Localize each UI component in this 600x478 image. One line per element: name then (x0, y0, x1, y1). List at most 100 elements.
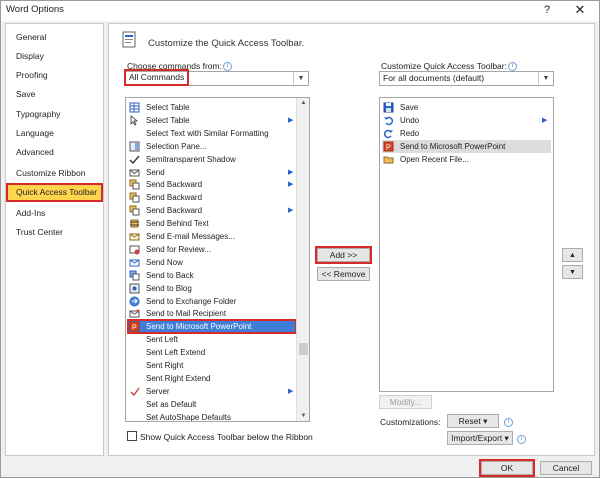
list-item[interactable]: Send Now (128, 256, 296, 269)
submenu-arrow-icon: ▶ (288, 168, 294, 176)
list-item[interactable]: Undo ▶ (382, 114, 551, 127)
help-button[interactable]: ? (540, 3, 554, 17)
chevron-down-icon[interactable]: ▼ (293, 72, 308, 85)
list-item-label: Send Behind Text (146, 219, 209, 229)
info-icon[interactable]: i (516, 434, 526, 445)
list-item[interactable]: Send ▶ (128, 166, 296, 179)
customizations-label: Customizations: (380, 417, 441, 427)
list-item[interactable]: P Send to Microsoft PowerPoint (127, 319, 297, 335)
list-item-label: Undo (400, 115, 420, 125)
list-item[interactable]: Save (382, 101, 551, 114)
move-up-button[interactable]: ▲ (562, 248, 583, 262)
sidebar-item-trust-center[interactable]: Trust Center (7, 224, 102, 241)
list-item[interactable]: Send to Exchange Folder (128, 295, 296, 308)
scrollbar-thumb[interactable] (299, 343, 308, 355)
list-item[interactable]: Sent Left (128, 333, 296, 346)
list-item[interactable]: Open Recent File... (382, 153, 551, 166)
sidebar-item-add-ins[interactable]: Add-Ins (7, 205, 102, 222)
title-bar (1, 1, 599, 21)
table-icon (129, 102, 140, 113)
list-item-label: Send to Blog (146, 283, 192, 293)
choose-commands-label: Choose commands from: i (127, 61, 232, 72)
list-item-label: Set as Default (146, 399, 197, 409)
toolbar-items-list[interactable]: Save Undo ▶ Redo P Send to Microsoft PowerPoi… (379, 97, 554, 392)
add-button[interactable]: Add >> (315, 246, 372, 264)
list-item[interactable]: Redo (382, 127, 551, 140)
commands-scrollbar[interactable]: ▲ ▼ (296, 98, 309, 421)
list-item[interactable]: Send E-mail Messages... (128, 230, 296, 243)
sidebar-item-typography[interactable]: Typography (7, 106, 102, 123)
submenu-arrow-icon: ▶ (288, 207, 294, 215)
list-item[interactable]: Select Table ▶ (128, 114, 296, 127)
sidebar-item-display[interactable]: Display (7, 48, 102, 65)
choose-commands-dropdown[interactable]: All Commands ▼ (123, 69, 309, 86)
remove-button[interactable]: << Remove (317, 267, 370, 281)
chevron-down-icon[interactable]: ▼ (538, 72, 553, 85)
info-icon[interactable]: i (507, 62, 517, 72)
list-item[interactable]: Set as Default (128, 398, 296, 411)
send-backward-icon (129, 179, 140, 190)
list-item[interactable]: Send Behind Text (128, 217, 296, 230)
svg-text:P: P (132, 325, 137, 332)
modify-button[interactable]: Modify... (379, 395, 432, 409)
cancel-button[interactable]: Cancel (540, 461, 592, 475)
list-item[interactable]: Send Backward (128, 191, 296, 204)
move-down-button[interactable]: ▼ (562, 265, 583, 279)
submenu-arrow-icon: ▶ (542, 116, 548, 124)
list-item-label: Sent Right (146, 361, 184, 370)
list-item[interactable]: Send Backward ▶ (128, 204, 296, 217)
list-item-label: Send to Microsoft PowerPoint (400, 141, 506, 151)
list-item[interactable]: P Send to Microsoft PowerPoint (382, 139, 551, 153)
list-item-label: Save (400, 103, 419, 112)
list-item-label: Send Backward (146, 206, 203, 216)
sidebar-item-save[interactable]: Save (7, 86, 102, 103)
show-below-ribbon-checkbox[interactable] (127, 431, 137, 441)
sidebar-item-customize-ribbon[interactable]: Customize Ribbon (7, 165, 102, 182)
list-item[interactable]: Select Table (128, 101, 296, 114)
list-item[interactable]: Selection Pane... (128, 140, 296, 153)
list-item[interactable]: Send to Blog (128, 282, 296, 295)
list-item[interactable]: Send to Mail Recipient (128, 307, 296, 320)
list-item[interactable]: Send for Review... (128, 243, 296, 256)
list-item-label: Select Table (146, 103, 190, 112)
list-item[interactable]: Send Backward ▶ (128, 178, 296, 191)
list-item[interactable]: Server ▶ (128, 385, 296, 398)
customize-toolbar-value: For all documents (default) (383, 73, 485, 83)
list-item[interactable]: Select Text with Similar Formatting (128, 127, 296, 140)
page-title: Customize the Quick Access Toolbar. (148, 38, 305, 49)
selection-pane-icon (129, 141, 140, 152)
list-item[interactable]: Sent Right (128, 359, 296, 372)
list-item[interactable]: Semitransparent Shadow (128, 153, 296, 166)
blog-icon (129, 283, 140, 294)
sidebar-item-language[interactable]: Language (7, 125, 102, 142)
scroll-down-icon[interactable]: ▼ (297, 411, 310, 421)
check-icon (129, 154, 140, 165)
list-item-label: Send (146, 167, 165, 177)
sidebar-item-proofing[interactable]: Proofing (7, 67, 102, 84)
list-item-label: Set AutoShape Defaults (146, 412, 231, 422)
ok-button[interactable]: OK (479, 459, 535, 477)
send-icon (129, 167, 140, 178)
list-item-label: Send Now (146, 257, 183, 267)
close-button[interactable]: ✕ (572, 2, 588, 18)
customize-toolbar-dropdown[interactable]: For all documents (default) ▼ (379, 71, 554, 86)
redo-icon (383, 128, 394, 139)
list-item[interactable]: Send to Back (128, 269, 296, 282)
info-icon[interactable]: i (503, 417, 513, 428)
scroll-up-icon[interactable]: ▲ (297, 98, 310, 108)
list-item[interactable]: Sent Left Extend (128, 346, 296, 359)
list-item[interactable]: Sent Right Extend (128, 372, 296, 385)
info-icon[interactable]: i (222, 62, 232, 72)
sidebar-item-quick-access-toolbar[interactable]: Quick Access Toolbar (6, 183, 103, 202)
import-export-button[interactable]: Import/Export ▾ (447, 431, 513, 445)
list-item[interactable]: Set AutoShape Defaults (128, 411, 296, 422)
exchange-icon (129, 296, 140, 307)
sidebar-item-advanced[interactable]: Advanced (7, 144, 102, 161)
submenu-arrow-icon: ▶ (288, 387, 294, 395)
sidebar-item-general[interactable]: General (7, 29, 102, 46)
list-item-label: Send to Microsoft PowerPoint (146, 322, 252, 332)
reset-button[interactable]: Reset ▾ (447, 414, 499, 428)
commands-list[interactable]: Select Table Select Table ▶ Select Text wit… (125, 97, 310, 422)
send-to-back-icon (129, 270, 140, 281)
quick-access-toolbar-icon (122, 31, 136, 48)
